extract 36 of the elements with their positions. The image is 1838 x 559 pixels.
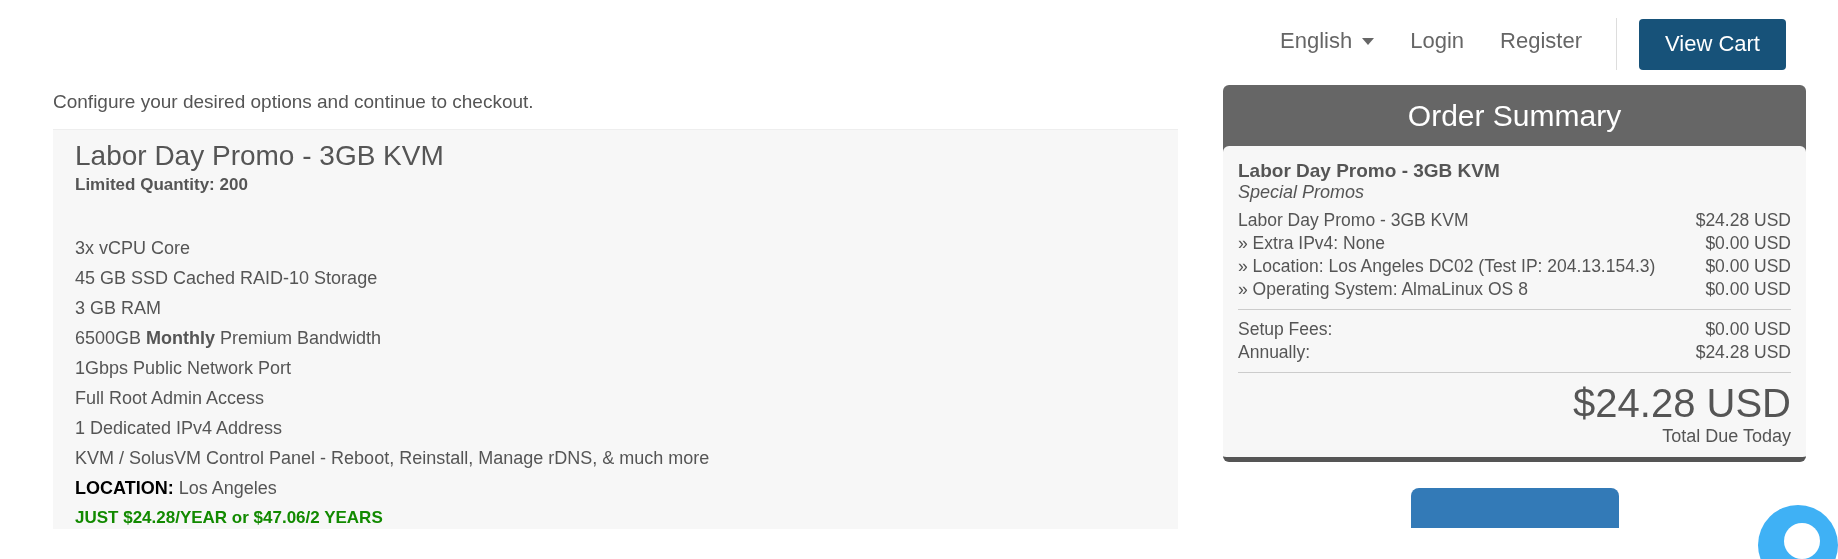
line-item-label: » Extra IPv4: None [1238,232,1385,255]
feature-text: 3x vCPU Core [75,237,191,260]
feature-text: 6500GB Monthly Premium Bandwidth [75,327,382,350]
total-amount: $24.28 USD [1573,381,1791,426]
intro-text: Configure your desired options and continue to checkout. [53,91,534,113]
line-item-price: $0.00 USD [1705,232,1791,255]
line-item-price: $0.00 USD [1705,255,1791,278]
feature-text: KVM / SolusVM Control Panel - Reboot, Reinstall, Manage rDNS, & much more [75,447,710,470]
language-dropdown[interactable]: English [1280,28,1375,54]
feature-text: 1 Dedicated IPv4 Address [75,417,283,440]
line-item-price: $0.00 USD [1705,318,1791,341]
product-group: Special Promos [1238,182,1365,203]
line-item-label: » Location: Los Angeles DC02 (Test IP: 204.13.154.3) [1238,255,1656,278]
nav-link[interactable]: Register [1500,28,1582,54]
feature-text: 1Gbps Public Network Port [75,357,292,380]
caret-icon [1362,37,1375,45]
feature-text: 45 GB SSD Cached RAID-10 Storage [75,267,378,290]
line-item-price: $24.28 USD [1695,341,1791,364]
view-cart-button[interactable]: View Cart [1639,18,1786,70]
total-label: Total Due Today [1662,426,1791,447]
promo-text: JUST $24.28/YEAR or $47.06/2 YEARS [75,507,383,529]
location-label: LOCATION: [75,477,174,500]
nav-link[interactable]: Login [1410,28,1465,54]
feature-text: 3 GB RAM [75,297,162,320]
product-title: Labor Day Promo - 3GB KVM [75,140,445,172]
line-item-label: Labor Day Promo - 3GB KVM [1238,209,1469,232]
product-name: Labor Day Promo - 3GB KVM [1238,160,1500,182]
line-item-label: » Operating System: AlmaLinux OS 8 [1238,278,1528,301]
line-item-label: Annually: [1238,341,1310,364]
summary-title: Order Summary [1406,98,1623,134]
location-value: Los Angeles [178,477,277,500]
line-item-label: Setup Fees: [1238,318,1333,341]
line-item-price: $0.00 USD [1705,278,1791,301]
quantity-text: Limited Quantity: 200 [75,175,249,195]
feature-text: Full Root Admin Access [75,387,265,410]
line-item-price: $24.28 USD [1695,209,1791,232]
